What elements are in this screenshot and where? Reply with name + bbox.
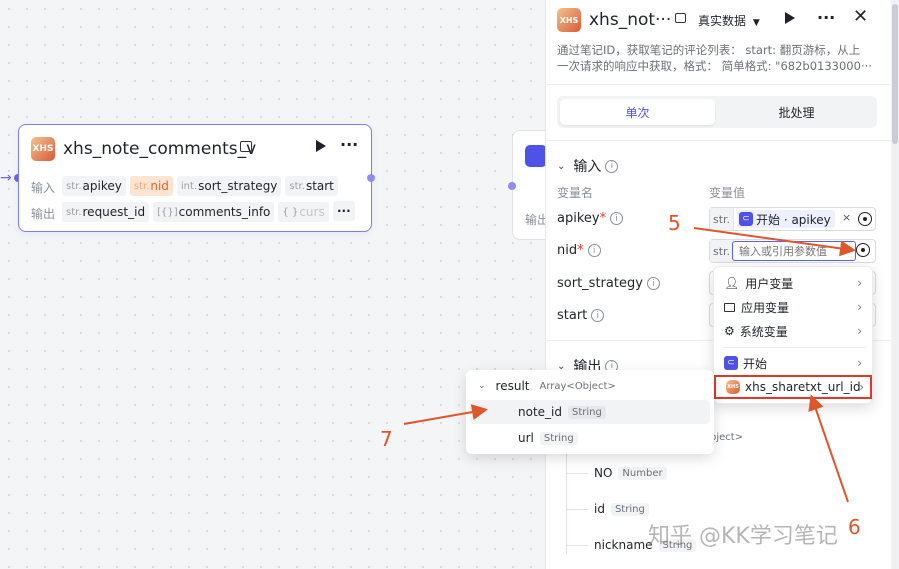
arrow-6 [808, 394, 849, 503]
annotation-arrows [403, 227, 856, 503]
arrow-5 [693, 227, 856, 257]
watermark: 知乎 @KK学习笔记 [648, 524, 838, 549]
arrow-7 [403, 404, 488, 425]
